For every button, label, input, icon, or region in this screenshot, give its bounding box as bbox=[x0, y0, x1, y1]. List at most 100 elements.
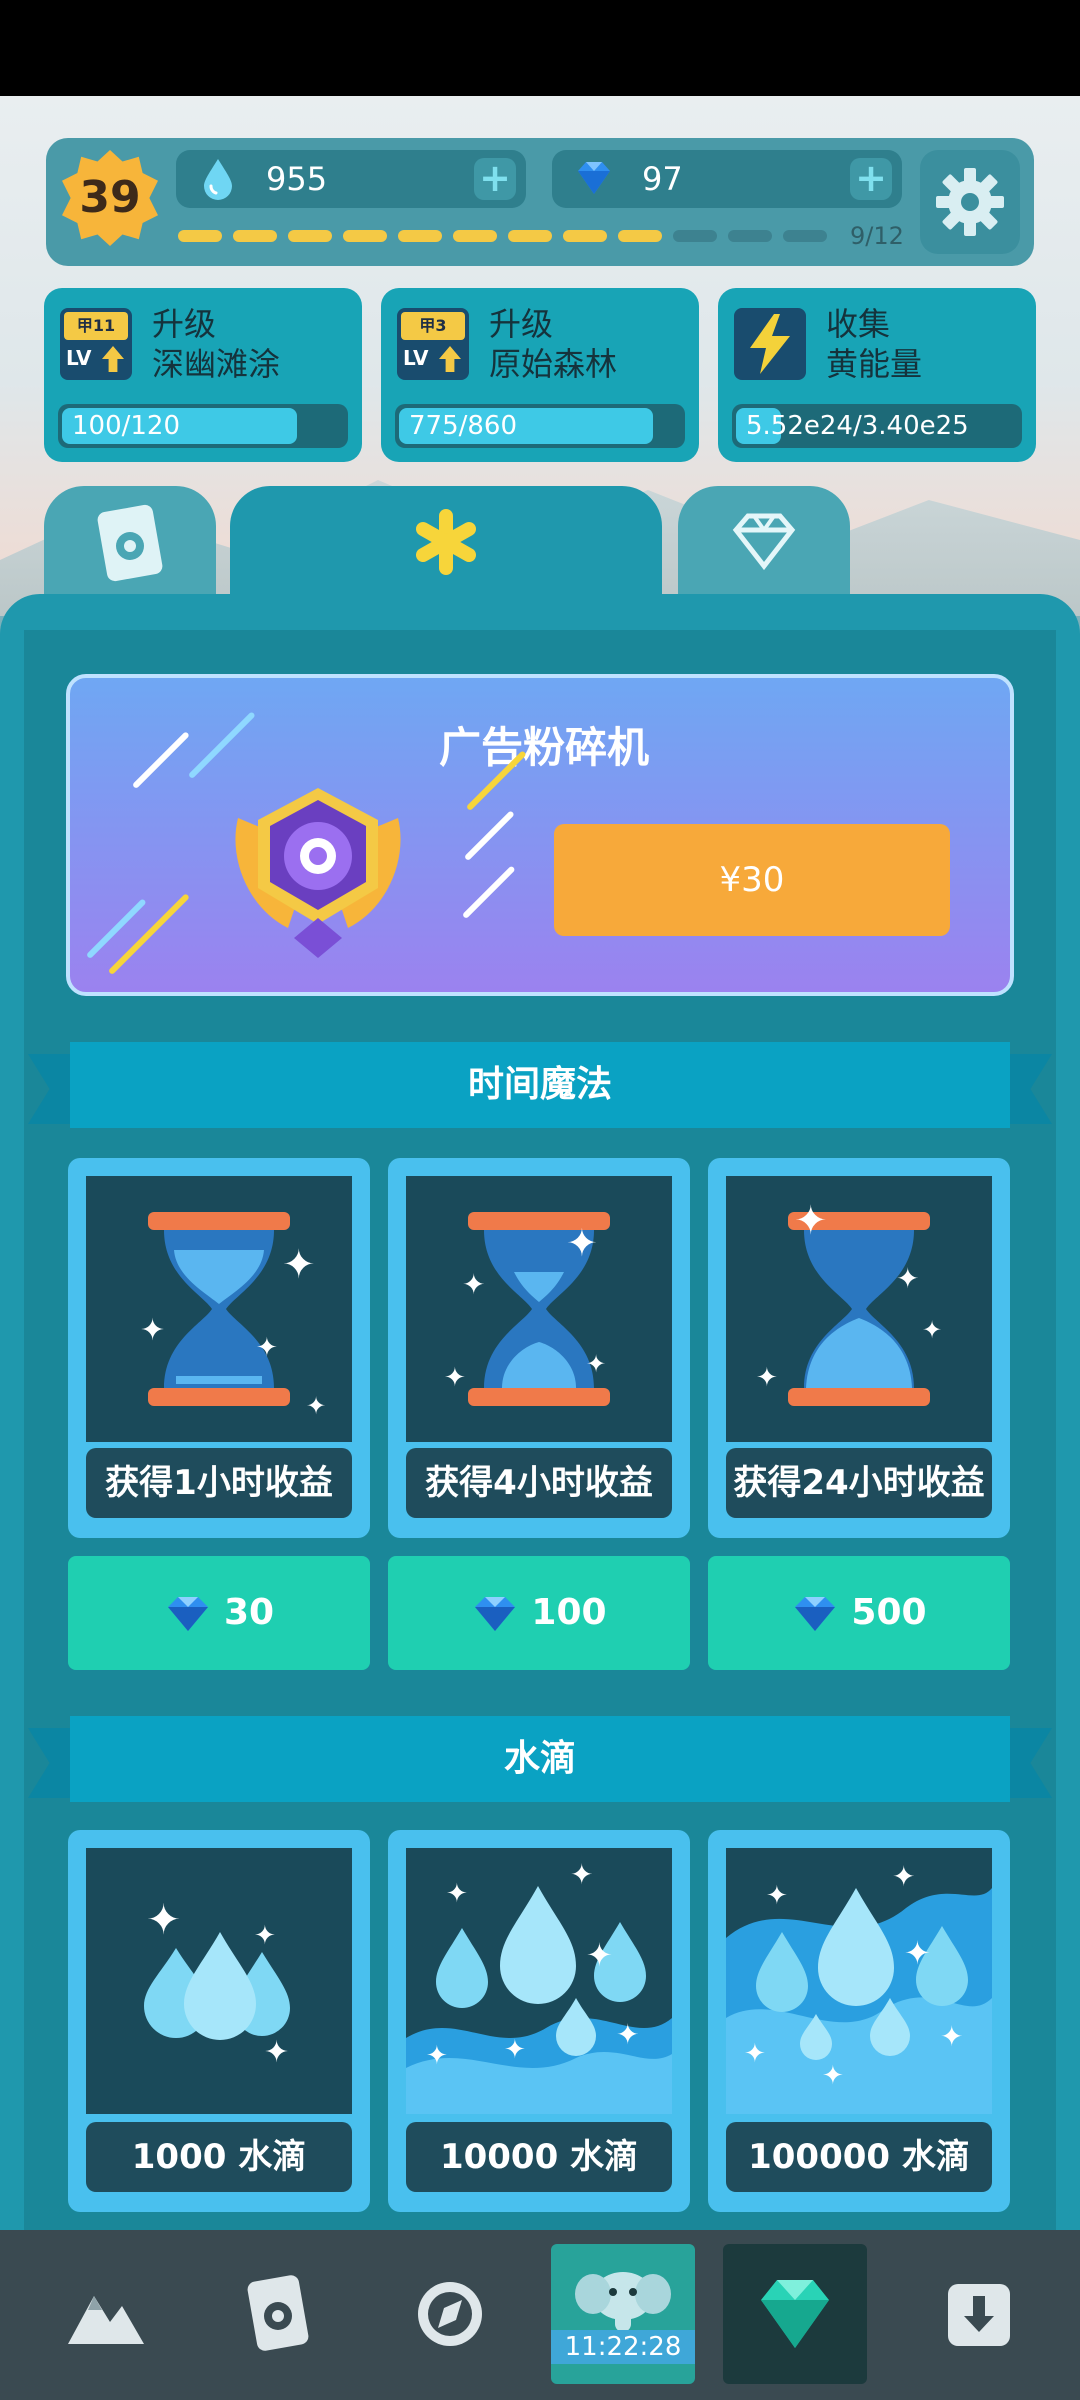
progress-dash bbox=[453, 230, 497, 242]
svg-text:✦: ✦ bbox=[896, 1262, 919, 1295]
svg-text:✦: ✦ bbox=[744, 2039, 766, 2069]
location-badge-icon: 甲3 LV bbox=[397, 308, 469, 380]
quest-title-line1: 升级 bbox=[489, 305, 554, 343]
diamond-icon bbox=[761, 2280, 829, 2348]
diamond-icon bbox=[732, 513, 796, 571]
decoration-line bbox=[461, 865, 516, 920]
svg-text:✦: ✦ bbox=[462, 1268, 485, 1301]
svg-text:✦: ✦ bbox=[766, 1881, 788, 1911]
progress-dash bbox=[398, 230, 442, 242]
svg-text:✦: ✦ bbox=[140, 1313, 165, 1348]
lv-label: LV bbox=[403, 346, 429, 370]
gear-icon bbox=[936, 168, 1004, 236]
svg-text:✦: ✦ bbox=[504, 2035, 526, 2065]
gem-icon bbox=[578, 162, 610, 194]
quest-progress-text: 5.52e24/3.40e25 bbox=[746, 411, 969, 441]
quest-title-line2: 深幽滩涂 bbox=[152, 345, 281, 383]
water-drops-icon: ✦ ✦ ✦ ✦ ✦ ✦ bbox=[726, 1860, 992, 2114]
time-magic-item-1h[interactable]: ✦ ✦ ✦ ✦ 获得1小时收益 bbox=[68, 1158, 370, 1538]
level-progress-text: 9/12 bbox=[850, 222, 904, 250]
nav-map[interactable] bbox=[32, 2244, 176, 2384]
svg-text:✦: ✦ bbox=[256, 1333, 278, 1363]
hourglass-art: ✦ ✦ ✦ ✦ bbox=[726, 1176, 992, 1442]
quest-upgrade-deep-tidal[interactable]: 甲11 LV 升级 深幽滩涂 100/120 bbox=[44, 288, 362, 462]
quest-title-line1: 收集 bbox=[826, 305, 891, 343]
svg-text:✦: ✦ bbox=[254, 1921, 276, 1951]
progress-dash bbox=[673, 230, 717, 242]
progress-dash bbox=[563, 230, 607, 242]
progress-dash bbox=[508, 230, 552, 242]
location-tag: 甲3 bbox=[401, 312, 465, 340]
buy-4h-button[interactable]: 100 bbox=[388, 1556, 690, 1670]
quest-collect-energy[interactable]: 收集 黄能量 5.52e24/3.40e25 bbox=[718, 288, 1036, 462]
upgrade-arrow-icon bbox=[439, 346, 461, 372]
progress-dash bbox=[618, 230, 662, 242]
download-icon bbox=[948, 2284, 1010, 2346]
time-magic-item-24h[interactable]: ✦ ✦ ✦ ✦ 获得24小时收益 bbox=[708, 1158, 1010, 1538]
nav-explore[interactable] bbox=[378, 2244, 522, 2384]
progress-dash bbox=[728, 230, 772, 242]
tab-cards[interactable] bbox=[44, 486, 216, 606]
svg-text:✦: ✦ bbox=[892, 1860, 915, 1893]
progress-dash bbox=[233, 230, 277, 242]
elephant-timer: 11:22:28 bbox=[551, 2330, 695, 2364]
ad-crusher-title: 广告粉碎机 bbox=[438, 723, 649, 772]
svg-text:✦: ✦ bbox=[616, 2018, 639, 2051]
water-pack-label: 10000 水滴 bbox=[406, 2122, 672, 2192]
svg-text:✦: ✦ bbox=[922, 1316, 942, 1344]
nav-cards[interactable] bbox=[206, 2244, 350, 2384]
quest-title: 升级 原始森林 bbox=[489, 304, 617, 384]
quest-title-line1: 升级 bbox=[152, 305, 217, 343]
progress-dash bbox=[783, 230, 827, 242]
time-magic-label: 获得1小时收益 bbox=[86, 1448, 352, 1518]
ad-crusher-buy-button[interactable]: ¥30 bbox=[554, 824, 950, 936]
upgrade-arrow-icon bbox=[102, 346, 124, 372]
nav-download[interactable] bbox=[906, 2244, 1050, 2384]
add-gems-button[interactable]: + bbox=[850, 158, 892, 200]
quest-progress-bar: 775/860 bbox=[395, 404, 685, 448]
lightning-icon bbox=[750, 314, 790, 374]
level-number: 39 bbox=[79, 172, 141, 223]
quest-title: 收集 黄能量 bbox=[826, 304, 922, 384]
settings-button[interactable] bbox=[920, 150, 1020, 254]
water-drops-header: 水滴 bbox=[70, 1716, 1010, 1802]
card-icon bbox=[247, 2275, 309, 2351]
water-pack-1000[interactable]: ✦ ✦ ✦ 1000 水滴 bbox=[68, 1830, 370, 2212]
buy-1h-button[interactable]: 30 bbox=[68, 1556, 370, 1670]
buy-24h-button[interactable]: 500 bbox=[708, 1556, 1010, 1670]
time-magic-item-4h[interactable]: ✦ ✦ ✦ ✦ 获得4小时收益 bbox=[388, 1158, 690, 1538]
decoration-line bbox=[463, 810, 515, 862]
progress-dash bbox=[343, 230, 387, 242]
water-drops-art: ✦ ✦ ✦ ✦ ✦ ✦ bbox=[406, 1848, 672, 2114]
tab-diamond-shop[interactable] bbox=[678, 486, 850, 606]
hourglass-icon: ✦ ✦ ✦ ✦ bbox=[140, 1212, 326, 1420]
hourglass-art: ✦ ✦ ✦ ✦ bbox=[406, 1176, 672, 1442]
ad-crusher-card: 广告粉碎机 ¥30 bbox=[66, 674, 1014, 996]
quest-title: 升级 深幽滩涂 bbox=[152, 304, 280, 384]
water-drops-art: ✦ ✦ ✦ bbox=[86, 1848, 352, 2114]
decoration-line bbox=[85, 898, 147, 960]
svg-text:✦: ✦ bbox=[586, 1936, 613, 1974]
nav-shop[interactable] bbox=[723, 2244, 867, 2384]
hourglass-icon: ✦ ✦ ✦ ✦ bbox=[756, 1198, 942, 1406]
progress-dash bbox=[288, 230, 332, 242]
svg-text:✦: ✦ bbox=[904, 1934, 931, 1972]
time-magic-label: 获得24小时收益 bbox=[726, 1448, 992, 1518]
progress-dash bbox=[178, 230, 222, 242]
water-drops-icon: ✦ ✦ ✦ bbox=[144, 1895, 290, 2070]
ad-crusher-badge-icon bbox=[235, 788, 401, 958]
water-pack-100000[interactable]: ✦ ✦ ✦ ✦ ✦ ✦ 100000 水滴 bbox=[708, 1830, 1010, 2212]
water-pack-label: 1000 水滴 bbox=[86, 2122, 352, 2192]
time-magic-label: 获得4小时收益 bbox=[406, 1448, 672, 1518]
svg-text:✦: ✦ bbox=[446, 1879, 468, 1909]
add-water-button[interactable]: + bbox=[474, 158, 516, 200]
tab-special[interactable] bbox=[230, 486, 662, 606]
price-value: 500 bbox=[851, 1592, 927, 1633]
quest-progress-bar: 100/120 bbox=[58, 404, 348, 448]
gem-icon bbox=[795, 1597, 836, 1631]
svg-text:✦: ✦ bbox=[586, 1350, 606, 1378]
quest-upgrade-forest[interactable]: 甲3 LV 升级 原始森林 775/860 bbox=[381, 288, 699, 462]
water-pack-10000[interactable]: ✦ ✦ ✦ ✦ ✦ ✦ 10000 水滴 bbox=[388, 1830, 690, 2212]
quest-progress-bar: 5.52e24/3.40e25 bbox=[732, 404, 1022, 448]
water-drops-icon: ✦ ✦ ✦ ✦ ✦ ✦ bbox=[406, 1858, 672, 2114]
